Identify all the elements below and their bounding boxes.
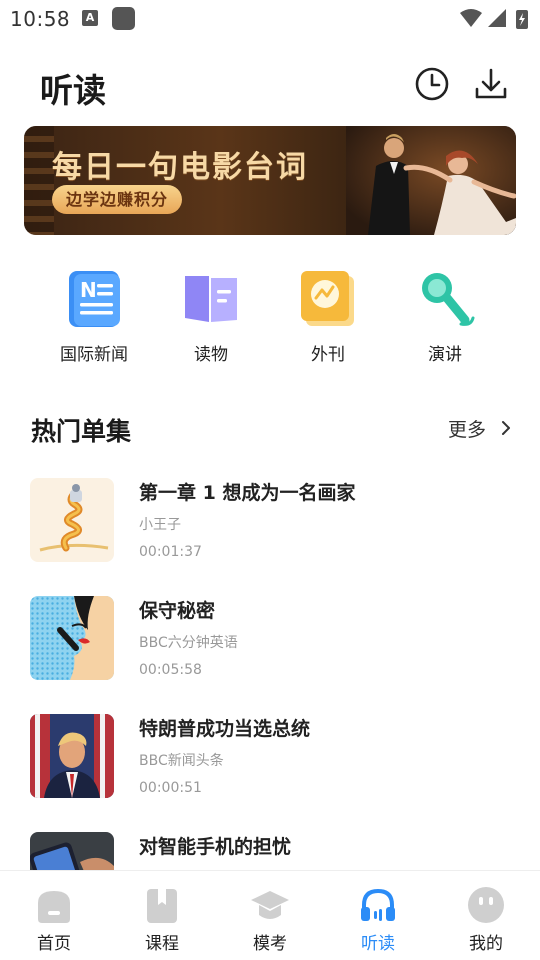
- status-time: 10:58: [10, 7, 71, 31]
- headphones-icon: [358, 885, 398, 925]
- section-title: 热门单集: [31, 417, 132, 446]
- nav-home[interactable]: 首页: [0, 871, 108, 960]
- episode-thumbnail: [30, 714, 114, 798]
- category-label: 读物: [194, 345, 228, 365]
- news-icon: N: [64, 268, 124, 328]
- nav-profile[interactable]: 我的: [432, 871, 540, 960]
- episode-duration: 00:01:37: [139, 544, 202, 560]
- microphone-icon: [415, 268, 475, 328]
- profile-face-icon: [466, 885, 506, 925]
- keyboard-notification-icon: A: [82, 10, 98, 26]
- nav-mock-exam[interactable]: 模考: [216, 871, 324, 960]
- list-item[interactable]: 保守秘密 BBC六分钟英语 00:05:58: [30, 596, 520, 692]
- category-speeches[interactable]: 演讲: [390, 268, 500, 365]
- episode-title: 第一章 1 想成为一名画家: [139, 482, 356, 504]
- banner-pill: 边学边赚积分: [52, 185, 183, 214]
- episode-source: BBC新闻头条: [139, 753, 224, 769]
- episode-source: 小王子: [139, 517, 181, 533]
- page-title: 听读: [40, 71, 106, 110]
- nav-listen-read[interactable]: 听读: [324, 871, 432, 960]
- chevron-right-icon: [502, 421, 510, 435]
- history-icon: [415, 67, 449, 101]
- nav-label: 首页: [37, 934, 71, 954]
- nav-label: 我的: [469, 934, 503, 954]
- nav-label: 听读: [361, 934, 395, 954]
- category-label: 外刊: [311, 345, 345, 365]
- book-icon: [181, 268, 241, 328]
- banner-title: 每日一句电影台词: [52, 150, 308, 185]
- more-link[interactable]: 更多: [448, 414, 512, 442]
- bottom-navigation: 首页 课程 模考 听读 我的: [0, 870, 540, 960]
- more-label: 更多: [447, 418, 486, 441]
- episode-thumbnail: [30, 478, 114, 562]
- history-button[interactable]: [414, 66, 450, 102]
- status-bar: 10:58 A: [0, 0, 540, 38]
- category-label: 国际新闻: [60, 345, 128, 365]
- signal-battery-icons: [460, 9, 528, 29]
- episode-duration: 00:00:51: [139, 780, 202, 796]
- category-row: N 国际新闻 读物 外刊 演讲: [0, 268, 540, 368]
- dancing-couple-illustration: [346, 126, 516, 235]
- download-icon: [475, 68, 507, 99]
- page-header: 听读: [0, 58, 540, 114]
- film-strip-decoration: [24, 126, 54, 235]
- episode-title: 保守秘密: [139, 600, 216, 622]
- course-book-icon: [142, 885, 182, 925]
- nav-courses[interactable]: 课程: [108, 871, 216, 960]
- magazine-icon: [298, 268, 358, 328]
- app-notification-icon: [112, 7, 135, 30]
- category-foreign-journals[interactable]: 外刊: [273, 268, 383, 365]
- home-icon: [34, 885, 74, 925]
- episode-title: 特朗普成功当选总统: [139, 718, 311, 740]
- movie-quote-banner[interactable]: 每日一句电影台词 边学边赚积分: [24, 126, 516, 235]
- category-international-news[interactable]: N 国际新闻: [39, 268, 149, 365]
- svg-text:N: N: [80, 278, 97, 302]
- graduation-cap-icon: [250, 885, 290, 925]
- episode-title: 对智能手机的担忧: [139, 836, 292, 858]
- download-button[interactable]: [473, 66, 509, 102]
- episode-thumbnail: [30, 596, 114, 680]
- nav-label: 模考: [253, 934, 287, 954]
- episode-duration: 00:05:58: [139, 662, 202, 678]
- list-item[interactable]: 第一章 1 想成为一名画家 小王子 00:01:37: [30, 478, 520, 574]
- episode-source: BBC六分钟英语: [139, 635, 238, 651]
- category-readings[interactable]: 读物: [156, 268, 266, 365]
- nav-label: 课程: [145, 934, 179, 954]
- category-label: 演讲: [428, 345, 462, 365]
- list-item[interactable]: 特朗普成功当选总统 BBC新闻头条 00:00:51: [30, 714, 520, 810]
